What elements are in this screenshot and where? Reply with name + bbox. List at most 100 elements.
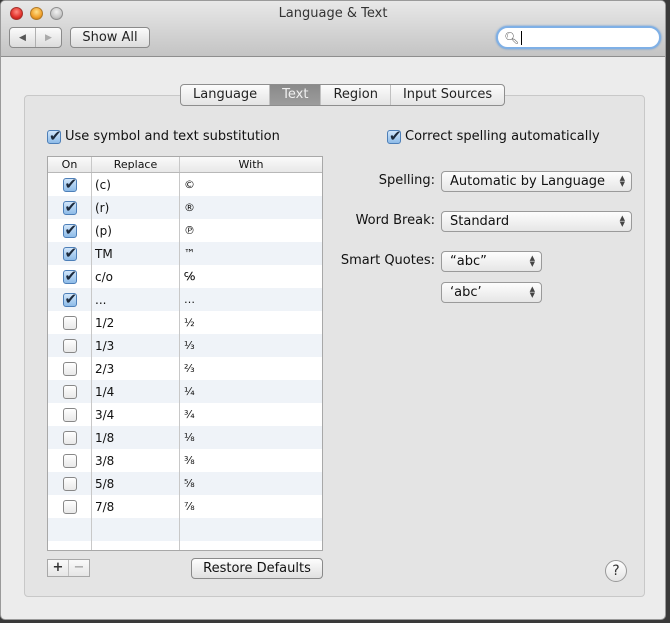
row-enabled-checkbox[interactable] [62,338,77,353]
tab-language[interactable]: Language [181,85,269,105]
add-button[interactable]: + [48,560,68,576]
column-header-on[interactable]: On [48,157,91,172]
substitution-table: On Replace With (c)©(r)®(p)℗TM™c/o℅...…1… [47,156,323,551]
replace-cell[interactable]: 1/8 [91,431,179,445]
column-header-with[interactable]: With [179,157,322,172]
correct-spelling-checkbox[interactable]: Correct spelling automatically [387,127,600,145]
table-row[interactable]: (r)® [48,196,322,219]
row-checkbox-cell [48,384,91,399]
table-row[interactable]: TM™ [48,242,322,265]
with-cell[interactable]: … [179,293,322,306]
table-row[interactable]: 1/4 ¼ [48,380,322,403]
row-enabled-checkbox[interactable] [62,384,77,399]
row-enabled-checkbox[interactable] [62,244,77,262]
tab-text[interactable]: Text [269,85,321,105]
help-button[interactable]: ? [605,560,627,582]
row-enabled-checkbox[interactable] [62,221,77,239]
row-enabled-checkbox[interactable] [62,175,77,193]
spelling-value: Automatic by Language [450,174,606,189]
single-quotes-value: ‘abc’ [450,285,482,300]
with-cell[interactable]: ¼ [179,385,322,398]
table-row[interactable]: 1/8 ⅛ [48,426,322,449]
table-row[interactable]: c/o℅ [48,265,322,288]
table-row[interactable]: 2/3 ⅔ [48,357,322,380]
with-cell[interactable]: ½ [179,316,322,329]
with-cell[interactable]: ⅜ [179,454,322,467]
row-enabled-checkbox[interactable] [62,476,77,491]
with-cell[interactable]: ™ [179,247,322,260]
table-row[interactable]: 1/3 ⅓ [48,334,322,357]
with-cell[interactable]: ⅛ [179,431,322,444]
restore-defaults-button[interactable]: Restore Defaults [191,558,323,579]
remove-button[interactable]: − [68,560,89,576]
word-break-popup[interactable]: Standard ▲ ▼ [441,211,632,232]
back-button[interactable]: ◀ [10,28,35,47]
row-enabled-checkbox[interactable] [62,430,77,445]
row-enabled-checkbox[interactable] [62,290,77,308]
tab-bar: Language Text Region Input Sources [180,84,506,106]
row-enabled-checkbox[interactable] [62,198,77,216]
correct-spelling-label: Correct spelling automatically [405,129,600,144]
row-enabled-checkbox[interactable] [62,453,77,468]
table-row[interactable]: 3/4 ¾ [48,403,322,426]
row-enabled-checkbox[interactable] [62,315,77,330]
table-row[interactable]: 1/2 ½ [48,311,322,334]
double-quotes-popup[interactable]: “abc” ▲ ▼ [441,251,542,272]
tab-region[interactable]: Region [320,85,390,105]
with-cell[interactable]: ⅔ [179,362,322,375]
replace-cell[interactable]: 5/8 [91,477,179,491]
row-checkbox-cell [48,315,91,330]
show-all-button[interactable]: Show All [70,27,150,48]
use-substitution-checkbox[interactable]: Use symbol and text substitution [47,127,280,145]
column-header-replace[interactable]: Replace [91,157,179,172]
table-row[interactable]: ...… [48,288,322,311]
row-checkbox-cell [48,407,91,422]
with-cell[interactable]: ® [179,201,322,214]
checkbox[interactable] [47,127,62,145]
replace-cell[interactable]: 3/8 [91,454,179,468]
replace-cell[interactable]: (p) [91,224,179,238]
single-quotes-popup[interactable]: ‘abc’ ▲ ▼ [441,282,542,303]
replace-cell[interactable]: c/o [91,270,179,284]
row-checkbox-cell [48,175,91,193]
replace-cell[interactable]: ... [91,293,179,307]
with-cell[interactable]: ⅝ [179,477,322,490]
replace-cell[interactable]: TM [91,247,179,261]
spelling-popup[interactable]: Automatic by Language ▲ ▼ [441,171,632,192]
table-row[interactable]: 3/8 ⅜ [48,449,322,472]
with-cell[interactable]: ⅓ [179,339,322,352]
row-enabled-checkbox[interactable] [62,407,77,422]
replace-cell[interactable]: 1/3 [91,339,179,353]
add-remove-control: + − [47,559,90,577]
table-row[interactable]: (p)℗ [48,219,322,242]
replace-cell[interactable]: 7/8 [91,500,179,514]
tab-input-sources[interactable]: Input Sources [389,85,504,105]
row-enabled-checkbox[interactable] [62,361,77,376]
row-enabled-checkbox[interactable] [62,499,77,514]
table-row[interactable]: 5/8 ⅝ [48,472,322,495]
table-header: On Replace With [48,157,322,173]
row-checkbox-cell [48,476,91,491]
window-title: Language & Text [278,6,388,21]
back-icon: ◀ [19,32,26,43]
checkbox[interactable] [387,127,402,145]
window: Language & Text ◀ ▶ Show All 🔍︎ Language… [0,0,666,620]
replace-cell[interactable]: (r) [91,201,179,215]
row-enabled-checkbox[interactable] [62,267,77,285]
with-cell[interactable]: ⅞ [179,500,322,513]
replace-cell[interactable]: (c) [91,178,179,192]
with-cell[interactable]: ℗ [179,224,322,237]
with-cell[interactable]: ¾ [179,408,322,421]
table-row[interactable]: 7/8 ⅞ [48,495,322,518]
replace-cell[interactable]: 2/3 [91,362,179,376]
replace-cell[interactable]: 3/4 [91,408,179,422]
forward-button[interactable]: ▶ [35,28,61,47]
replace-cell[interactable]: 1/4 [91,385,179,399]
table-row[interactable]: (c)© [48,173,322,196]
with-cell[interactable]: © [179,178,322,191]
replace-cell[interactable]: 1/2 [91,316,179,330]
with-cell[interactable]: ℅ [179,270,322,283]
search-field[interactable]: 🔍︎ [496,26,661,49]
column-divider [91,173,92,550]
use-substitution-label: Use symbol and text substitution [65,129,280,144]
